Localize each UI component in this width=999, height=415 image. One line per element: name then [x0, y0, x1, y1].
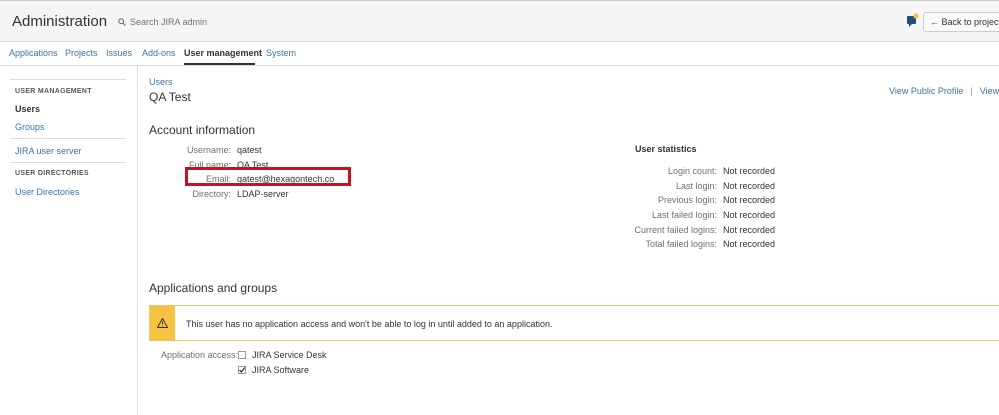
applications-groups-heading: Applications and groups: [149, 281, 278, 295]
tab-user-management[interactable]: User management: [184, 48, 262, 58]
application-access-label: Application access:: [161, 350, 239, 360]
jira-service-desk-checkbox[interactable]: [238, 351, 246, 359]
stat-label: Total failed logins:: [645, 239, 717, 249]
sidebar-heading-user-management: USER MANAGEMENT: [15, 88, 92, 95]
search-input[interactable]: Search JIRA admin: [130, 17, 207, 27]
app-name: JIRA Service Desk: [252, 350, 327, 360]
search-box[interactable]: Search JIRA admin: [118, 15, 207, 29]
stat-label: Current failed logins:: [634, 225, 717, 235]
tab-add-ons[interactable]: Add-ons: [142, 48, 176, 58]
email-highlight-box: [185, 167, 351, 186]
username-row: Username: qatest: [149, 145, 262, 157]
app-title: Administration: [12, 13, 108, 30]
breadcrumb[interactable]: Users: [149, 77, 173, 87]
app-checkbox-row[interactable]: JIRA Service Desk: [238, 350, 327, 360]
no-access-warning: This user has no application access and …: [149, 305, 999, 341]
stat-label: Last failed login:: [651, 210, 717, 220]
stat-label: Last login:: [675, 181, 717, 191]
sidebar-divider: [10, 138, 126, 139]
back-to-project-button[interactable]: ← Back to project: I: [923, 12, 999, 32]
stat-value: Not recorded: [723, 225, 776, 235]
directory-value: LDAP-server: [237, 189, 289, 199]
tab-system[interactable]: System: [266, 48, 296, 58]
jira-software-checkbox[interactable]: [238, 366, 246, 374]
sidebar-item-user-directories[interactable]: User Directories: [15, 187, 80, 197]
app-name: JIRA Software: [252, 365, 310, 375]
tab-projects[interactable]: Projects: [65, 48, 98, 58]
sidebar-item-jira-user-server[interactable]: JIRA user server: [15, 146, 82, 156]
sidebar: USER MANAGEMENT Users Groups JIRA user s…: [0, 66, 138, 415]
sidebar-item-users[interactable]: Users: [15, 104, 40, 114]
stat-row: Login count: Not recorded: [620, 166, 775, 178]
username-label: Username:: [186, 145, 231, 155]
notification-icon[interactable]: [905, 13, 919, 27]
link-separator: |: [970, 86, 973, 96]
stat-row: Total failed logins: Not recorded: [620, 239, 775, 251]
stat-label: Login count:: [667, 166, 717, 176]
checkmark-icon: [239, 367, 246, 374]
stat-row: Last login: Not recorded: [620, 181, 775, 193]
tab-applications[interactable]: Applications: [9, 48, 58, 58]
top-header: Administration Search JIRA admin ← Back …: [0, 0, 999, 42]
stat-value: Not recorded: [723, 195, 776, 205]
view-profile-link[interactable]: View Pr: [980, 86, 999, 96]
profile-links: View Public Profile | View Pr: [889, 86, 999, 96]
stat-row: Last failed login: Not recorded: [620, 210, 775, 222]
search-icon: [118, 18, 126, 26]
admin-nav: Applications Projects Issues Add-ons Use…: [0, 42, 999, 66]
stat-value: Not recorded: [723, 239, 776, 249]
stat-value: Not recorded: [723, 181, 776, 191]
warning-icon-area: [150, 306, 175, 340]
app-checkbox-row[interactable]: JIRA Software: [238, 365, 309, 375]
stat-value: Not recorded: [723, 166, 776, 176]
sidebar-divider: [10, 79, 126, 80]
sidebar-item-groups[interactable]: Groups: [15, 122, 45, 132]
warning-icon: [157, 318, 168, 328]
sidebar-divider: [10, 162, 126, 163]
warning-message: This user has no application access and …: [186, 319, 553, 329]
stat-value: Not recorded: [723, 210, 776, 220]
stat-row: Previous login: Not recorded: [620, 195, 775, 207]
user-statistics-heading: User statistics: [635, 144, 697, 154]
page-title: QA Test: [149, 90, 191, 104]
stat-label: Previous login:: [657, 195, 717, 205]
directory-label: Directory:: [192, 189, 231, 199]
view-public-profile-link[interactable]: View Public Profile: [889, 86, 963, 96]
stat-row: Current failed logins: Not recorded: [620, 225, 775, 237]
directory-row: Directory: LDAP-server: [149, 189, 288, 201]
sidebar-heading-user-directories: USER DIRECTORIES: [15, 170, 89, 177]
active-tab-indicator: [184, 63, 255, 65]
account-information-heading: Account information: [149, 123, 256, 137]
tab-issues[interactable]: Issues: [106, 48, 132, 58]
username-value: qatest: [237, 145, 262, 155]
